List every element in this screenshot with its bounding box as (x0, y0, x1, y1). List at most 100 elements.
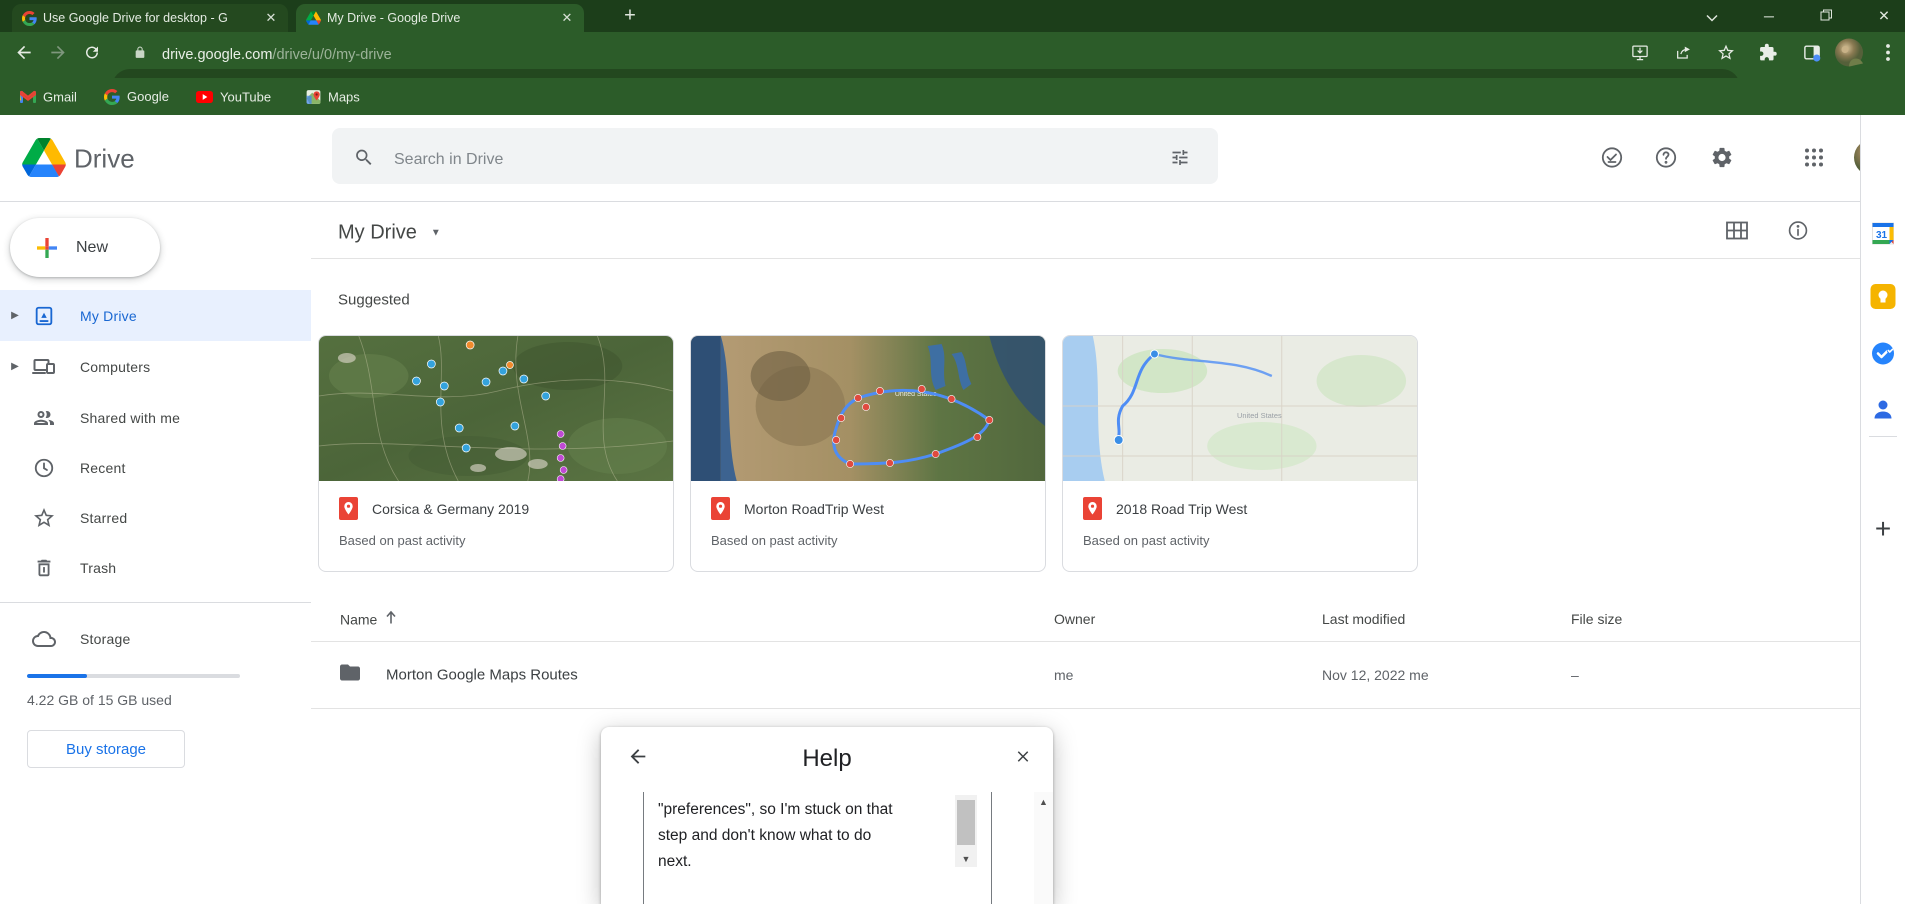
bookmark-youtube[interactable]: YouTube (196, 89, 271, 104)
drive-logo (22, 138, 66, 182)
textarea-scrollbar[interactable]: ▼ (955, 795, 977, 867)
column-header-owner[interactable]: Owner (1054, 611, 1095, 627)
back-icon[interactable] (14, 43, 34, 68)
lock-icon[interactable] (134, 45, 147, 65)
bookmarks-bar: Gmail Google YouTube Maps (0, 78, 1905, 115)
sidebar-item-storage[interactable]: Storage (0, 613, 311, 664)
card-subtitle: Based on past activity (1083, 533, 1210, 548)
search-icon[interactable] (354, 147, 375, 173)
google-apps-grid-icon[interactable] (1804, 148, 1824, 173)
search-options-tune-icon[interactable] (1170, 148, 1190, 173)
trash-icon (32, 556, 56, 580)
computers-icon (32, 355, 56, 379)
column-header-last-modified[interactable]: Last modified (1322, 611, 1405, 627)
help-issue-text[interactable]: "preferences", so I'm stuck on that step… (658, 797, 943, 875)
browser-toolbar: drive.google.com/drive/u/0/my-drive (0, 32, 1905, 105)
chevron-down-icon[interactable]: ▼ (431, 228, 441, 239)
sidebar-item-label: Shared with me (80, 409, 181, 426)
tab-title: My Drive - Google Drive (327, 11, 461, 25)
sidebar-item-computers[interactable]: ▶ Computers (0, 341, 311, 392)
scroll-up-arrow-icon[interactable]: ▲ (1034, 794, 1053, 810)
bookmark-star-icon[interactable] (1717, 43, 1736, 67)
browser-window: Use Google Drive for desktop - G ✕ My Dr… (0, 0, 1905, 904)
url-text: drive.google.com/drive/u/0/my-drive (162, 47, 392, 63)
column-header-name[interactable]: Name (340, 610, 397, 628)
buy-storage-button[interactable]: Buy storage (27, 730, 185, 768)
sidebar-item-starred[interactable]: Starred (0, 492, 311, 543)
bookmark-maps[interactable]: Maps (306, 89, 360, 104)
tasks-icon[interactable] (1871, 341, 1896, 371)
file-name[interactable]: Morton Google Maps Routes (386, 667, 578, 684)
grid-view-icon[interactable] (1726, 221, 1748, 245)
help-close-icon[interactable] (1014, 748, 1032, 771)
suggested-card-morton-roadtrip[interactable]: United States Morton RoadTrip West Based… (690, 335, 1046, 572)
card-subtitle: Based on past activity (339, 533, 466, 548)
sort-ascending-arrow-icon[interactable] (385, 610, 397, 628)
youtube-icon (196, 90, 213, 103)
sidebar-item-trash[interactable]: Trash (0, 542, 311, 593)
get-add-ons-plus-icon[interactable]: + (1875, 513, 1891, 545)
settings-gear-icon[interactable] (1710, 146, 1734, 175)
google-favicon-icon (22, 10, 37, 26)
bookmark-label: YouTube (220, 89, 272, 104)
new-tab-button[interactable]: + (624, 5, 636, 28)
extensions-puzzle-icon[interactable] (1759, 43, 1778, 67)
storage-progress-bar (27, 674, 240, 678)
file-size: – (1571, 667, 1579, 683)
contacts-icon[interactable] (1871, 398, 1895, 427)
content-divider (311, 258, 1860, 259)
browser-tab-inactive[interactable]: Use Google Drive for desktop - G ✕ (12, 4, 288, 32)
table-row-divider (311, 708, 1860, 709)
sidebar-item-shared-with-me[interactable]: Shared with me (0, 392, 311, 443)
drive-favicon-icon (306, 11, 321, 25)
map-thumbnail-germany (319, 336, 673, 481)
storage-progress-fill (27, 674, 87, 678)
tab-strip: Use Google Drive for desktop - G ✕ My Dr… (0, 0, 1905, 32)
help-icon[interactable] (1654, 146, 1678, 175)
window-restore-button[interactable] (1820, 8, 1832, 24)
sidebar-item-label: Storage (80, 630, 131, 647)
reload-icon[interactable] (83, 44, 101, 67)
scroll-down-arrow-icon[interactable]: ▼ (955, 850, 977, 867)
keep-icon[interactable] (1870, 284, 1896, 314)
sidebar-item-my-drive[interactable]: ▶ My Drive (0, 290, 311, 341)
sidebar-item-recent[interactable]: Recent (0, 442, 311, 493)
browser-tab-active[interactable]: My Drive - Google Drive ✕ (296, 4, 584, 32)
suggested-card-2018-road-trip[interactable]: United States 2018 Road Trip West Based … (1062, 335, 1418, 572)
install-app-icon[interactable] (1631, 43, 1650, 67)
scrollbar-thumb[interactable] (957, 800, 975, 845)
suggested-card-corsica-germany[interactable]: Corsica & Germany 2019 Based on past act… (318, 335, 674, 572)
new-button[interactable]: New (10, 218, 160, 277)
offline-status-icon[interactable] (1600, 146, 1624, 175)
content-title-row[interactable]: My Drive ▼ (338, 222, 441, 245)
dialog-scrollbar[interactable]: ▲ (1034, 792, 1053, 904)
bookmark-gmail[interactable]: Gmail (20, 89, 77, 104)
browser-menu-kebab-icon[interactable] (1886, 44, 1890, 67)
calendar-icon[interactable]: 31 (1871, 221, 1896, 251)
page-title: My Drive (338, 221, 417, 244)
recent-clock-icon (32, 456, 56, 480)
search-input[interactable] (392, 150, 1092, 170)
help-back-arrow-icon[interactable] (627, 746, 649, 773)
tab-search-chevron-icon[interactable] (1706, 9, 1718, 25)
card-title: 2018 Road Trip West (1116, 500, 1248, 517)
storage-cloud-icon (32, 627, 56, 651)
browser-profile-avatar[interactable] (1835, 38, 1863, 72)
help-issue-textarea[interactable]: "preferences", so I'm stuck on that step… (643, 792, 992, 904)
expand-arrow-icon[interactable]: ▶ (0, 361, 30, 372)
share-icon[interactable] (1675, 43, 1694, 67)
expand-arrow-icon[interactable]: ▶ (0, 310, 30, 321)
svg-text:31: 31 (1876, 230, 1888, 241)
file-last-modified: Nov 12, 2022 me (1322, 667, 1429, 683)
window-close-button[interactable]: ✕ (1878, 8, 1890, 25)
column-header-file-size[interactable]: File size (1571, 611, 1622, 627)
side-panel-icon[interactable] (1803, 43, 1822, 67)
folder-icon (338, 661, 362, 690)
window-minimize-button[interactable]: ─ (1764, 8, 1774, 24)
forward-icon[interactable] (48, 43, 68, 68)
tab-close-icon[interactable]: ✕ (558, 9, 576, 27)
tab-close-icon[interactable]: ✕ (262, 9, 280, 27)
new-button-label: New (76, 238, 109, 256)
info-icon[interactable] (1787, 220, 1809, 247)
bookmark-google[interactable]: Google (104, 88, 169, 105)
